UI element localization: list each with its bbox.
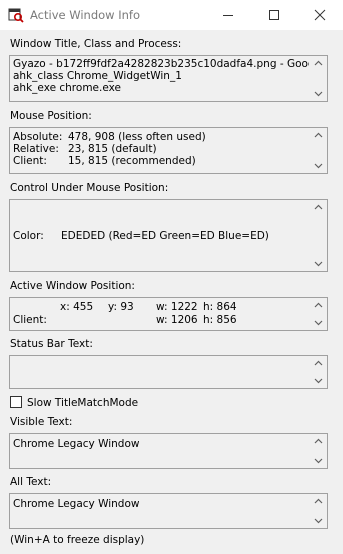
window-exe-line: ahk_exe chrome.exe [13, 82, 121, 94]
scroll-down-icon[interactable] [314, 458, 323, 464]
visible-text-label: Visible Text: [10, 416, 73, 428]
control-under-mouse-label: Control Under Mouse Position: [10, 182, 169, 194]
color-label: Color: [13, 230, 44, 242]
client-label: Client: [13, 155, 47, 167]
visible-text-content: Chrome Legacy Window [13, 438, 140, 450]
window-w: w: 1222 [156, 301, 198, 313]
scroll-down-icon[interactable] [314, 378, 323, 384]
all-text-content: Chrome Legacy Window [13, 498, 140, 510]
control-under-mouse-content: Color: EDEDED (Red=ED Green=ED Blue=ED) [13, 230, 309, 242]
window-x: x: 455 [60, 301, 94, 313]
scroll-up-icon[interactable] [314, 360, 323, 366]
control-under-mouse-textbox[interactable]: Color: EDEDED (Red=ED Green=ED Blue=ED) [9, 199, 328, 272]
maximize-button[interactable] [251, 0, 297, 30]
status-bar-label: Status Bar Text: [10, 338, 93, 350]
close-icon [314, 9, 326, 21]
relative-label: Relative: [13, 143, 59, 155]
active-window-position-textbox[interactable]: x: 455 y: 93 w: 1222 h: 864 Client: w: 1… [9, 297, 328, 331]
window-h: h: 864 [203, 301, 237, 313]
scroll-down-icon[interactable] [314, 261, 323, 267]
window-title-content: Gyazo - b172ff9fdf2a4282823b235c10dadfa4… [13, 58, 309, 94]
mouse-position-content: Absolute: 478, 908 (less often used) Rela… [13, 131, 309, 167]
active-window-position-label: Active Window Position: [10, 280, 135, 292]
scroll-down-icon[interactable] [314, 163, 323, 169]
close-button[interactable] [297, 0, 343, 30]
mouse-position-textbox[interactable]: Absolute: 478, 908 (less often used) Rela… [9, 127, 328, 174]
client-label: Client: [13, 314, 47, 326]
scroll-up-icon[interactable] [314, 204, 323, 210]
status-bar-textbox[interactable] [9, 355, 328, 389]
mouse-position-label: Mouse Position: [10, 110, 92, 122]
active-window-info-window: Active Window Info Window Title, Class a… [0, 0, 343, 554]
vertical-scrollbar[interactable] [310, 356, 327, 388]
scroll-up-icon[interactable] [314, 498, 323, 504]
title-bar[interactable]: Active Window Info [0, 0, 343, 30]
vertical-scrollbar[interactable] [310, 298, 327, 330]
vertical-scrollbar[interactable] [310, 200, 327, 271]
scroll-up-icon[interactable] [314, 438, 323, 444]
vertical-scrollbar[interactable] [310, 494, 327, 528]
ahk-spy-icon [8, 7, 24, 23]
visible-text-textbox[interactable]: Chrome Legacy Window [9, 433, 328, 469]
freeze-display-hint: (Win+A to freeze display) [10, 534, 145, 546]
relative-value: 23, 815 (default) [68, 143, 157, 155]
maximize-icon [269, 10, 279, 20]
scroll-up-icon[interactable] [314, 60, 323, 66]
scroll-up-icon[interactable] [314, 132, 323, 138]
window-title-textbox[interactable]: Gyazo - b172ff9fdf2a4282823b235c10dadfa4… [9, 55, 328, 102]
absolute-label: Absolute: [13, 131, 63, 143]
slow-titlematchmode-checkbox[interactable] [10, 396, 22, 408]
vertical-scrollbar[interactable] [310, 56, 327, 101]
vertical-scrollbar[interactable] [310, 434, 327, 468]
client-w: w: 1206 [156, 314, 198, 326]
window-title-line: Gyazo - b172ff9fdf2a4282823b235c10dadfa4… [13, 58, 309, 70]
vertical-scrollbar[interactable] [310, 128, 327, 173]
client-value: 15, 815 (recommended) [68, 155, 196, 167]
minimize-button[interactable] [205, 0, 251, 30]
scroll-down-icon[interactable] [314, 518, 323, 524]
scroll-down-icon[interactable] [314, 320, 323, 326]
all-text-label: All Text: [10, 476, 52, 488]
window-title: Active Window Info [30, 8, 140, 22]
color-value: EDEDED (Red=ED Green=ED Blue=ED) [61, 230, 269, 242]
all-text-textbox[interactable]: Chrome Legacy Window [9, 493, 328, 529]
window-class-line: ahk_class Chrome_WidgetWin_1 [13, 70, 182, 82]
absolute-value: 478, 908 (less often used) [68, 131, 206, 143]
window-y: y: 93 [108, 301, 134, 313]
minimize-icon [223, 15, 233, 16]
window-title-section-label: Window Title, Class and Process: [10, 38, 182, 50]
scroll-up-icon[interactable] [314, 302, 323, 308]
client-h: h: 856 [203, 314, 237, 326]
scroll-down-icon[interactable] [314, 91, 323, 97]
slow-titlematchmode-label[interactable]: Slow TitleMatchMode [27, 397, 138, 409]
